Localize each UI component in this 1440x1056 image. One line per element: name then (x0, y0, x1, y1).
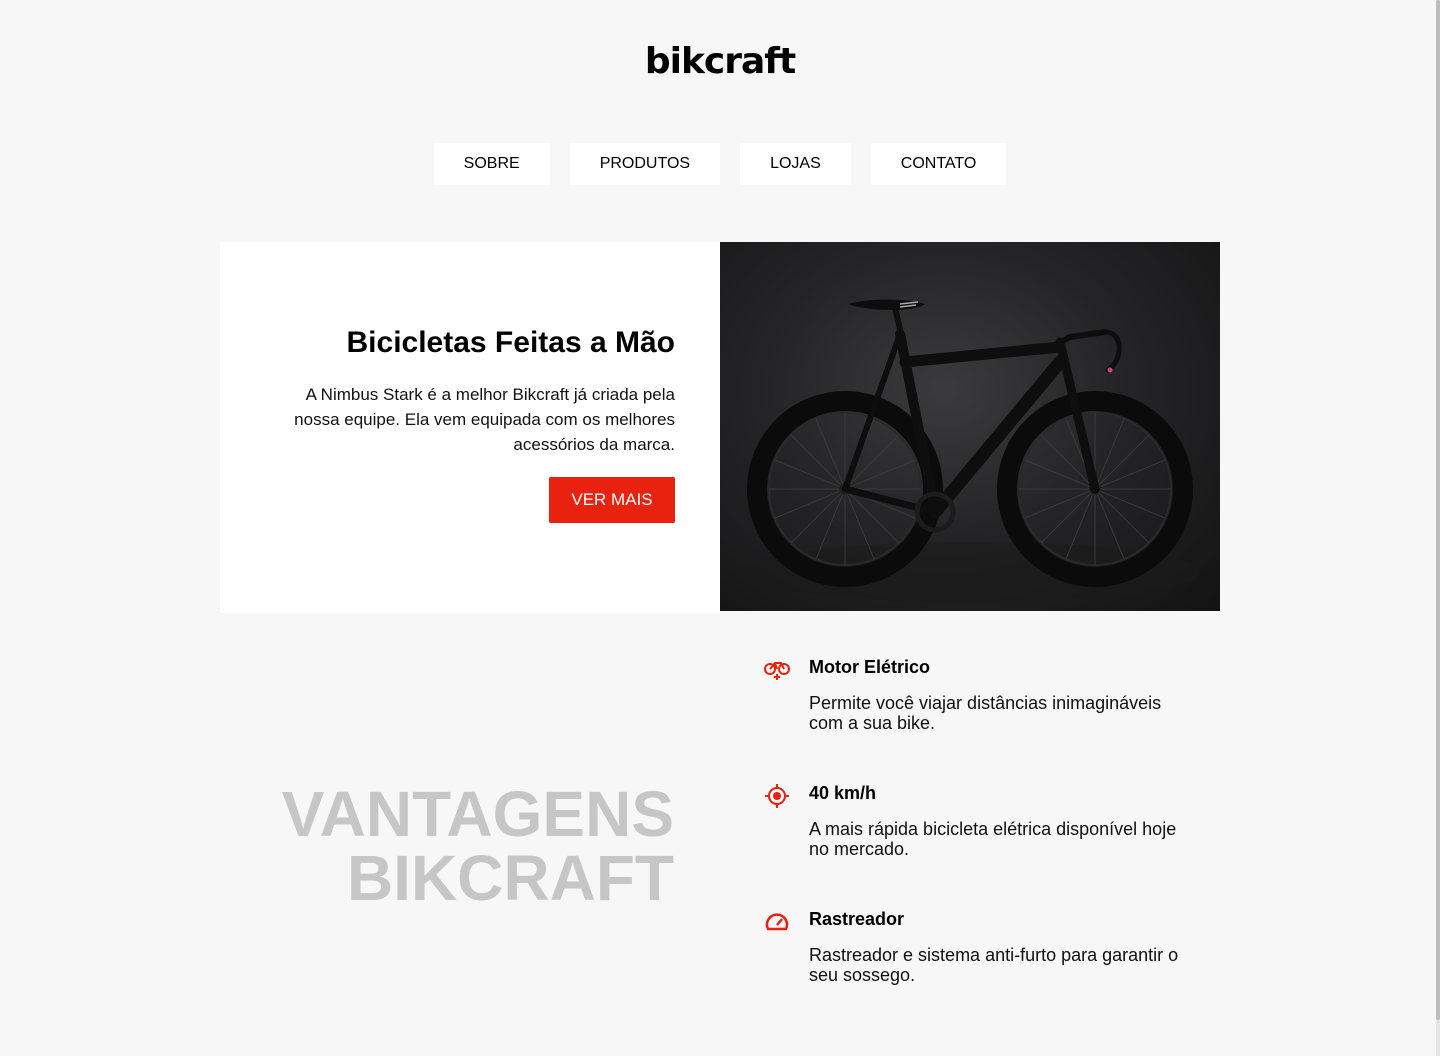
speedometer-icon (765, 913, 789, 931)
electric-bike-icon (764, 662, 790, 680)
feature-item: Motor Elétrico Permite você viajar distâ… (762, 655, 1182, 781)
feature-title: Motor Elétrico (809, 657, 931, 677)
logo[interactable]: bikcraft (0, 40, 1440, 84)
hero-description: A Nimbus Stark é a melhor Bikcraft já cr… (294, 385, 675, 454)
vantagens-line1: VANTAGENS (281, 778, 674, 850)
nav-item-lojas[interactable]: LOJAS (740, 143, 851, 185)
feature-title: 40 km/h (809, 783, 877, 803)
feature-text: A mais rápida bicicleta elétrica disponí… (809, 819, 1177, 859)
nav-item-produtos[interactable]: PRODUTOS (569, 143, 721, 185)
main-nav: SOBRE PRODUTOS LOJAS CONTATO (0, 143, 1440, 185)
feature-item: 40 km/h A mais rápida bicicleta elétrica… (762, 781, 1182, 907)
feature-text: Permite você viajar distâncias inimaginá… (809, 693, 1162, 733)
vantagens-line2: BIKCRAFT (346, 842, 674, 914)
hero-text-panel: Bicicletas Feitas a Mão A Nimbus Stark é… (220, 242, 720, 613)
vantagens-heading: VANTAGENS BIKCRAFT (282, 782, 674, 910)
bike-illustration (740, 299, 1200, 602)
hero-title: Bicicletas Feitas a Mão (346, 326, 675, 359)
target-icon (765, 784, 789, 808)
feature-text: Rastreador e sistema anti-furto para gar… (809, 945, 1179, 985)
nav-item-contato[interactable]: CONTATO (870, 143, 1007, 185)
hero-bike-image (720, 242, 1220, 611)
ver-mais-button[interactable]: VER MAIS (549, 477, 675, 523)
feature-title: Rastreador (809, 909, 905, 929)
features-list: Motor Elétrico Permite você viajar distâ… (762, 655, 1182, 1033)
nav-item-sobre[interactable]: SOBRE (433, 143, 550, 185)
feature-item: Rastreador Rastreador e sistema anti-fur… (762, 907, 1182, 1033)
